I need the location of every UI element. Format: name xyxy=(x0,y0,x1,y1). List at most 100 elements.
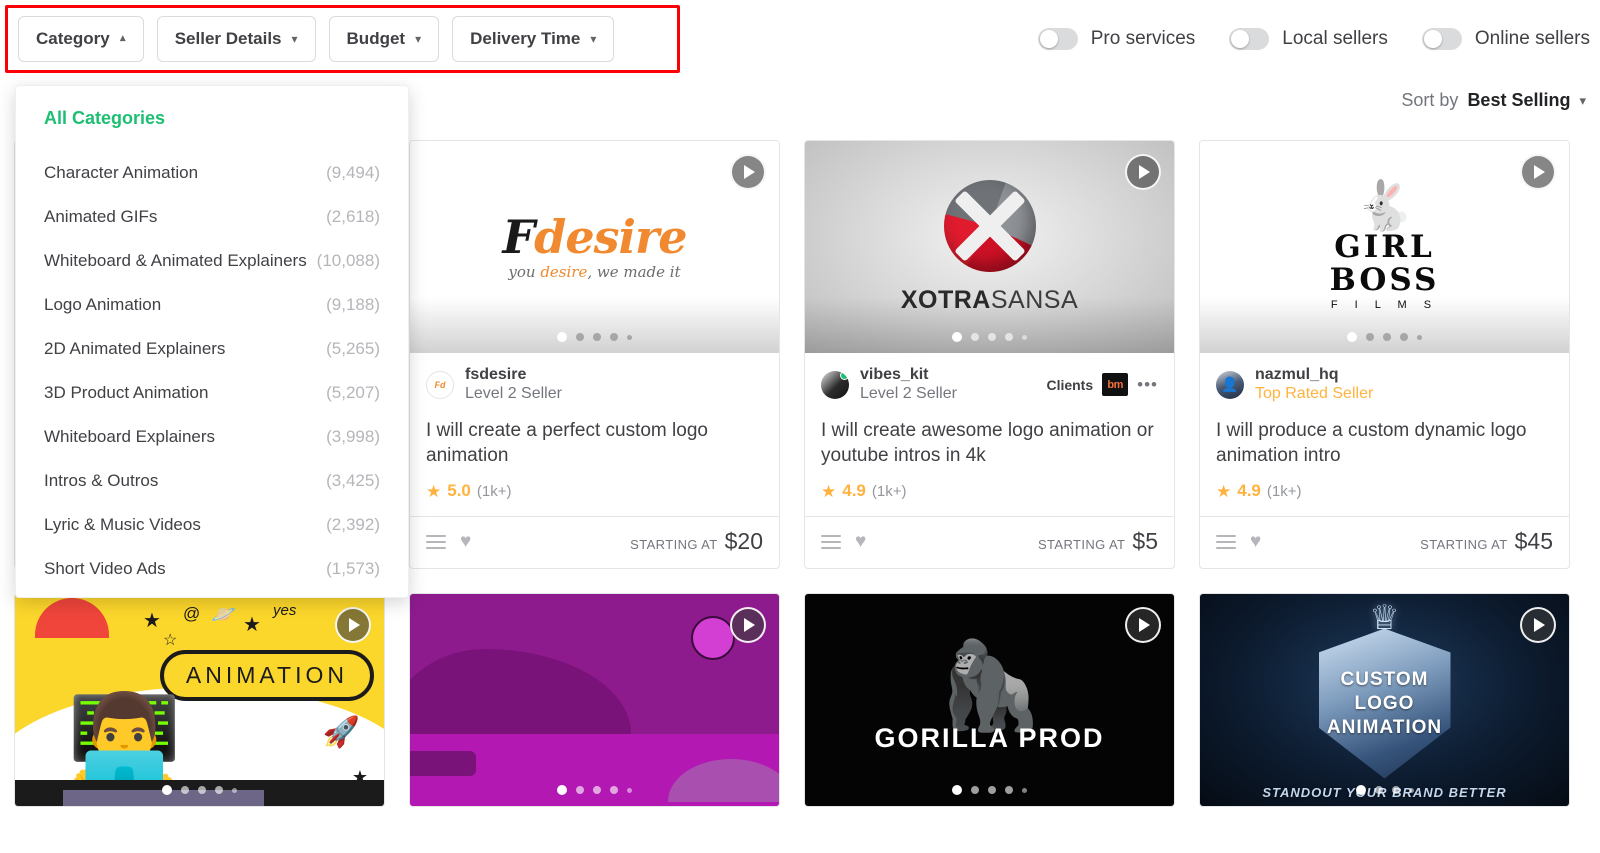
sort-by-control[interactable]: Sort by Best Selling ▾ xyxy=(1401,90,1586,111)
dropdown-item-3d-product-animation[interactable]: 3D Product Animation (5,207) xyxy=(16,371,408,415)
gig-title[interactable]: I will produce a custom dynamic logo ani… xyxy=(1200,404,1569,469)
gig-card[interactable] xyxy=(409,593,780,808)
heart-icon[interactable]: ♥ xyxy=(855,532,866,551)
gig-thumbnail[interactable]: ♕ CUSTOM LOGO ANIMATION STANDOUT YOUR BR… xyxy=(1200,594,1569,807)
toggle-switch-local-sellers[interactable] xyxy=(1229,28,1270,50)
client-brand-text: bm xyxy=(1107,378,1123,391)
play-icon[interactable] xyxy=(1125,607,1161,644)
gig-thumbnail[interactable]: 🦍 GORILLA PROD xyxy=(805,594,1174,807)
play-icon[interactable] xyxy=(730,607,766,644)
rating-row: ★ 5.0 (1k+) xyxy=(410,469,779,516)
dropdown-item-label: Intros & Outros xyxy=(44,471,159,490)
gig-thumbnail[interactable]: ★ @ 🪐 ★ yes ☆ ANIMATION 👨‍💻 🚀 ★ xyxy=(15,594,384,807)
starting-at-label: STARTING AT xyxy=(1037,537,1126,553)
toggle-switch-online-sellers[interactable] xyxy=(1421,28,1462,50)
avatar-initials: Fd xyxy=(434,379,446,390)
dropdown-item-lyric-music-videos[interactable]: Lyric & Music Videos (2,392) xyxy=(16,503,408,547)
clients-badge: Clients bm ••• xyxy=(1046,373,1158,397)
sort-by-prefix: Sort by xyxy=(1401,90,1459,110)
thumbnail-gradient xyxy=(1200,297,1569,353)
seller-username[interactable]: nazmul_hq xyxy=(1255,366,1373,385)
toggle-pro-services[interactable]: Pro services xyxy=(1037,28,1195,50)
dropdown-item-whiteboard-animated-explainers[interactable]: Whiteboard & Animated Explainers (10,088… xyxy=(16,239,408,283)
carousel-dots[interactable] xyxy=(410,332,779,342)
avatar[interactable] xyxy=(821,370,849,399)
dropdown-item-all-categories[interactable]: All Categories xyxy=(16,108,408,129)
gig-thumbnail[interactable] xyxy=(410,594,779,807)
seller-row: vibes_kit Level 2 Seller Clients bm ••• xyxy=(805,353,1174,404)
scene-rock-shape xyxy=(410,750,477,777)
avatar[interactable]: 👤 xyxy=(1216,370,1244,399)
chevron-down-icon: ▾ xyxy=(590,32,597,46)
gig-title[interactable]: I will create awesome logo animation or … xyxy=(805,404,1174,469)
client-brand-logo: bm xyxy=(1102,373,1129,397)
gig-card[interactable]: 🐇 GIRL BOSS F I L M S 👤 nazmul_hq Top Ra… xyxy=(1199,140,1570,570)
toggle-online-sellers[interactable]: Online sellers xyxy=(1421,28,1590,50)
dropdown-item-character-animation[interactable]: Character Animation (9,494) xyxy=(16,151,408,195)
dropdown-item-count: (3,998) xyxy=(326,427,380,446)
filter-button-budget[interactable]: Budget ▾ xyxy=(328,16,440,62)
dropdown-item-short-video-ads[interactable]: Short Video Ads (1,573) xyxy=(16,547,408,591)
seller-level: Level 2 Seller xyxy=(860,384,957,402)
filter-button-seller-details[interactable]: Seller Details ▾ xyxy=(156,16,316,62)
gig-card[interactable]: 🦍 GORILLA PROD xyxy=(804,593,1175,808)
more-clients-icon[interactable]: ••• xyxy=(1137,376,1158,392)
filter-button-category[interactable]: Category ▾ xyxy=(18,16,144,62)
gig-title[interactable]: I will create a perfect custom logo anim… xyxy=(410,404,779,469)
thumbnail-scene-custom-logo: ♕ CUSTOM LOGO ANIMATION STANDOUT YOUR BR… xyxy=(1200,594,1569,807)
filter-button-delivery-time[interactable]: Delivery Time ▾ xyxy=(452,16,615,62)
girlboss-line2: BOSS xyxy=(1329,261,1440,298)
gig-card[interactable]: ★ @ 🪐 ★ yes ☆ ANIMATION 👨‍💻 🚀 ★ xyxy=(14,593,385,808)
toggle-local-sellers[interactable]: Local sellers xyxy=(1229,28,1388,50)
thumbnail-scene-magenta xyxy=(410,594,779,807)
dropdown-item-animated-gifs[interactable]: Animated GIFs (2,618) xyxy=(16,195,408,239)
chevron-down-icon: ▾ xyxy=(291,32,298,46)
heart-icon[interactable]: ♥ xyxy=(1250,532,1261,551)
dropdown-item-label: Lyric & Music Videos xyxy=(44,515,201,534)
dropdown-item-whiteboard-explainers[interactable]: Whiteboard Explainers (3,998) xyxy=(16,415,408,459)
gig-card[interactable]: XOTRASANSA vibes_kit Level 2 Seller Clie… xyxy=(804,140,1175,570)
collect-list-icon[interactable] xyxy=(426,534,446,549)
carousel-dots[interactable] xyxy=(805,785,1174,796)
dropdown-item-label: Whiteboard & Animated Explainers xyxy=(44,251,307,270)
at-symbol-icon: @ xyxy=(183,604,201,624)
carousel-dots[interactable] xyxy=(1200,785,1569,796)
dropdown-item-2d-animated-explainers[interactable]: 2D Animated Explainers (5,265) xyxy=(16,327,408,371)
play-icon[interactable] xyxy=(730,154,766,190)
seller-username[interactable]: vibes_kit xyxy=(860,366,957,385)
gig-thumbnail[interactable]: XOTRASANSA xyxy=(805,141,1174,353)
collect-list-icon[interactable] xyxy=(1216,534,1236,549)
play-icon[interactable] xyxy=(1520,154,1556,190)
carousel-dots[interactable] xyxy=(1200,332,1569,342)
fdesire-tagline-b: desire xyxy=(540,263,588,281)
heart-icon[interactable]: ♥ xyxy=(460,532,471,551)
gig-card[interactable]: ♕ CUSTOM LOGO ANIMATION STANDOUT YOUR BR… xyxy=(1199,593,1570,808)
gig-card[interactable]: Fdesire you desire, we made it Fd fsdesi… xyxy=(409,140,780,570)
dropdown-item-intros-outros[interactable]: Intros & Outros (3,425) xyxy=(16,459,408,503)
category-dropdown-panel: All Categories Character Animation (9,49… xyxy=(15,85,409,598)
star-icon: ★ xyxy=(426,481,442,501)
starting-at-label: STARTING AT xyxy=(1420,537,1508,553)
play-icon[interactable] xyxy=(1520,607,1556,644)
price-value: $20 xyxy=(724,528,763,555)
gig-thumbnail[interactable]: Fdesire you desire, we made it xyxy=(410,141,779,353)
clients-label: Clients xyxy=(1046,376,1094,393)
toggle-switch-pro-services[interactable] xyxy=(1037,28,1078,50)
collect-list-icon[interactable] xyxy=(821,534,841,549)
gig-thumbnail[interactable]: 🐇 GIRL BOSS F I L M S xyxy=(1200,141,1569,353)
carousel-dots[interactable] xyxy=(805,332,1174,342)
dropdown-item-count: (9,494) xyxy=(326,163,380,182)
filter-label-budget: Budget xyxy=(346,29,406,48)
rating-count: (1k+) xyxy=(871,482,907,500)
dropdown-item-logo-animation[interactable]: Logo Animation (9,188) xyxy=(16,283,408,327)
dropdown-item-count: (1,573) xyxy=(326,559,380,578)
seller-username[interactable]: fsdesire xyxy=(465,366,562,385)
play-icon[interactable] xyxy=(335,607,371,644)
avatar[interactable]: Fd xyxy=(426,370,454,399)
card-footer: ♥ STARTING AT $5 xyxy=(805,516,1174,568)
dropdown-item-count: (9,188) xyxy=(326,295,380,314)
seller-meta: vibes_kit Level 2 Seller xyxy=(860,366,957,404)
carousel-dots[interactable] xyxy=(410,785,779,796)
play-icon[interactable] xyxy=(1125,154,1161,190)
carousel-dots[interactable] xyxy=(15,785,384,796)
